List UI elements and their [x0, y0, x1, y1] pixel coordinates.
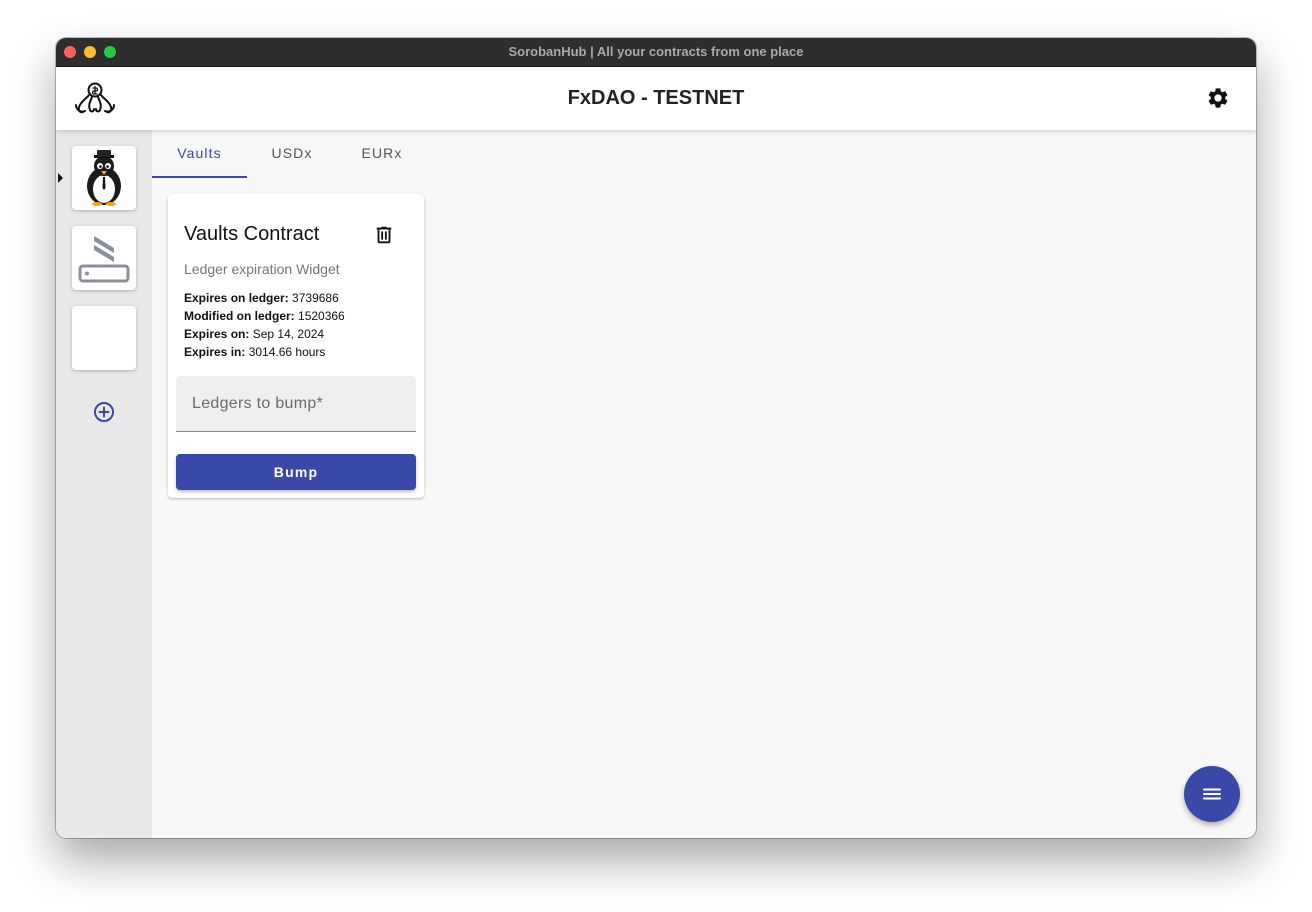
ledgers-to-bump-label: Ledgers to bump* — [192, 395, 324, 412]
widget-subtitle: Ledger expiration Widget — [184, 261, 340, 277]
info-value: Sep 14, 2024 — [252, 327, 325, 341]
tab-eurx[interactable]: EURx — [337, 130, 427, 176]
penguin-project-icon — [87, 150, 121, 206]
bump-button[interactable]: Bump — [176, 454, 416, 490]
info-label: Expires on: — [184, 327, 250, 341]
contract-tabs: Vaults USDx EURx — [152, 130, 452, 178]
stellar-project-icon — [78, 236, 130, 283]
expires-in-row: Expires in: 3014.66 hours — [184, 345, 325, 359]
app-window: SorobanHub | All your contracts from one… — [56, 38, 1256, 838]
projects-sidebar — [56, 130, 152, 838]
gear-icon[interactable] — [1206, 86, 1230, 110]
expires-on-ledger-row: Expires on ledger: 3739686 — [184, 291, 339, 305]
project-title: FxDAO - TESTNET — [567, 87, 745, 109]
sidebar-item-empty-project[interactable] — [72, 306, 136, 370]
ledgers-to-bump-input[interactable]: Ledgers to bump* — [176, 376, 416, 432]
info-label: Expires in: — [184, 345, 246, 359]
info-label: Modified on ledger: — [184, 309, 295, 323]
ledger-expiration-widget: Vaults Contract Ledger expiration Widget… — [168, 194, 424, 498]
info-value: 3014.66 hours — [248, 345, 326, 359]
tab-usdx[interactable]: USDx — [247, 130, 337, 176]
window-title: SorobanHub | All your contracts from one… — [508, 44, 804, 59]
modified-on-ledger-row: Modified on ledger: 1520366 — [184, 309, 345, 323]
sidebar-item-penguin-project[interactable] — [72, 146, 136, 210]
selected-indicator-icon — [58, 173, 63, 183]
trash-icon[interactable] — [373, 224, 395, 246]
menu-icon — [1203, 788, 1221, 800]
window-titlebar: SorobanHub | All your contracts from one… — [56, 38, 1256, 67]
info-label: Expires on ledger: — [184, 291, 289, 305]
sidebar-item-stellar-project[interactable] — [72, 226, 136, 290]
app-bar: FxDAO - TESTNET — [56, 67, 1256, 130]
add-circle-icon[interactable] — [93, 401, 115, 423]
tab-vaults[interactable]: Vaults — [152, 130, 247, 178]
widget-title: Vaults Contract — [184, 223, 320, 245]
expires-on-row: Expires on: Sep 14, 2024 — [184, 327, 324, 341]
info-value: 3739686 — [292, 291, 339, 305]
info-value: 1520366 — [298, 309, 345, 323]
menu-fab-button[interactable] — [1184, 766, 1240, 822]
